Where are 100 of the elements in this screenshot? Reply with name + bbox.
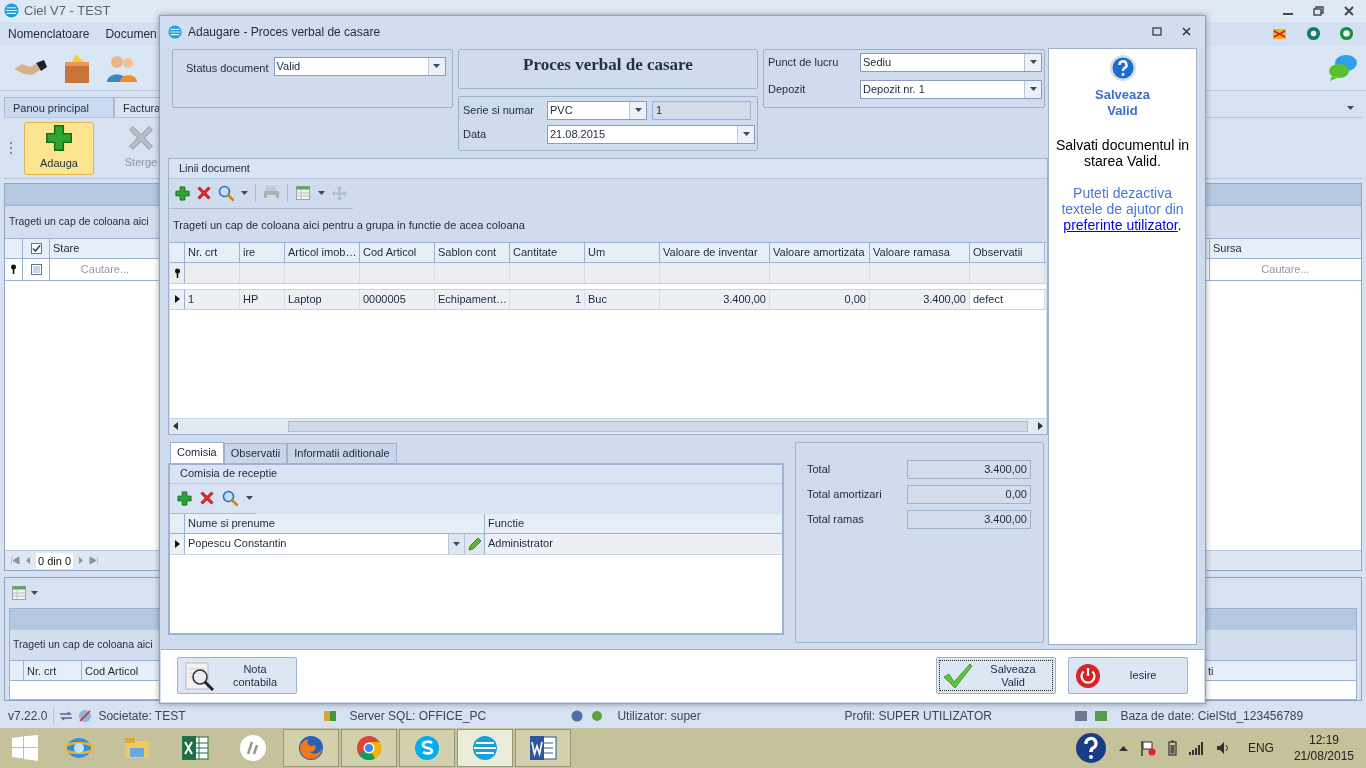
- first-page-icon[interactable]: [11, 557, 20, 565]
- people-icon[interactable]: [106, 54, 138, 83]
- flag-icon[interactable]: [1139, 740, 1156, 757]
- chat-icon[interactable]: [1328, 54, 1358, 83]
- globe-logo-icon: [471, 734, 499, 763]
- column-header[interactable]: Um: [585, 242, 660, 262]
- caret-icon: [1029, 87, 1037, 91]
- box-icon[interactable]: [62, 52, 92, 85]
- date-picker[interactable]: 21.08.2015: [547, 124, 755, 144]
- status-dropdown[interactable]: Valid: [273, 56, 446, 76]
- speaker-icon[interactable]: [1215, 741, 1230, 756]
- plus-icon: [45, 124, 73, 153]
- tab[interactable]: Comisia: [170, 441, 224, 463]
- caret-icon[interactable]: [318, 191, 325, 195]
- filter-field[interactable]: Cautare...: [1210, 258, 1361, 280]
- column-header[interactable]: Cod Articol: [360, 242, 435, 262]
- status-text: Societate: TEST: [98, 708, 187, 726]
- preferences-link[interactable]: preferinte utilizator: [1063, 216, 1178, 233]
- checkbox[interactable]: [30, 263, 42, 275]
- table-cell: 1: [185, 289, 240, 309]
- scroll-left-icon[interactable]: [173, 422, 178, 430]
- ribbon-tab[interactable]: Panou principal: [4, 97, 114, 118]
- search-icon[interactable]: [222, 490, 238, 506]
- column-header[interactable]: Sursa: [1209, 238, 1361, 258]
- table-cell: defect: [970, 289, 1045, 309]
- document-app-icon: [529, 734, 557, 763]
- column-header[interactable]: Cantitate: [510, 242, 585, 262]
- column-header[interactable]: Observatii: [970, 242, 1045, 262]
- group-hint: Trageti un cap de coloana aici pentru a grupa in functie de acea coloana: [173, 217, 525, 233]
- taskbar-button[interactable]: [457, 729, 513, 768]
- ledger-button[interactable]: Nota contabila: [177, 657, 297, 695]
- close-icon[interactable]: [1182, 27, 1191, 37]
- signal-icon[interactable]: [1188, 741, 1204, 755]
- column-header[interactable]: Functie: [485, 513, 782, 533]
- plus-icon[interactable]: [175, 185, 190, 201]
- caret-icon[interactable]: [31, 591, 38, 596]
- spreadsheet-icon[interactable]: [295, 185, 311, 201]
- save-button[interactable]: Salveaza Valid: [936, 657, 1056, 695]
- column-header[interactable]: Articol imob…: [285, 242, 360, 262]
- sync-icon: [60, 711, 73, 722]
- delete-icon[interactable]: [200, 491, 214, 505]
- section-title: Comisia de receptie: [180, 466, 278, 482]
- name-dropdown[interactable]: Popescu Constantin: [185, 533, 485, 554]
- show-hidden-icon[interactable]: [1118, 745, 1128, 752]
- search-icon[interactable]: [218, 185, 234, 201]
- ribbon-button[interactable]: Adauga: [24, 121, 94, 175]
- table-cell: Laptop: [285, 289, 360, 309]
- taskbar-button[interactable]: [399, 729, 455, 768]
- series-dropdown[interactable]: PVC: [547, 100, 647, 120]
- document-heading: Proces verbal de casare: [523, 53, 693, 76]
- number-field[interactable]: 1: [652, 100, 751, 120]
- version-label: v7.22.0: [8, 707, 55, 726]
- tab[interactable]: Informatii aditionale: [287, 442, 397, 463]
- work-point-dropdown[interactable]: Sediu: [860, 52, 1042, 72]
- column-header[interactable]: Nr. crt: [24, 661, 82, 681]
- plus-icon[interactable]: [177, 490, 192, 506]
- language-indicator[interactable]: ENG: [1247, 739, 1274, 758]
- taskbar-button[interactable]: [283, 729, 339, 768]
- group-hint: Trageti un cap de coloana aici: [9, 214, 149, 229]
- windows-start-icon[interactable]: [12, 735, 38, 762]
- document-search-icon: [184, 659, 216, 692]
- database-icon: [1094, 709, 1109, 724]
- restore-icon[interactable]: [1152, 27, 1162, 37]
- checkbox[interactable]: [30, 242, 42, 254]
- next-page-icon[interactable]: [79, 557, 84, 565]
- browser-icon: [355, 734, 383, 763]
- column-header[interactable]: Nume si prenume: [185, 513, 485, 533]
- column-header[interactable]: Valoare ramasa: [870, 242, 970, 262]
- column-header[interactable]: Nr. crt: [185, 242, 240, 262]
- caret-icon[interactable]: [246, 496, 253, 500]
- column-header[interactable]: Valoare amortizata: [770, 242, 870, 262]
- tab[interactable]: Observatii: [223, 442, 288, 463]
- caret-icon[interactable]: [1347, 106, 1354, 111]
- flag-icon[interactable]: [1272, 26, 1288, 41]
- field-label: Total amortizari: [807, 486, 883, 502]
- column-header[interactable]: ire: [240, 242, 285, 262]
- column-header[interactable]: Sablon cont: [435, 242, 510, 262]
- table-cell: 3.400,00: [660, 289, 770, 309]
- battery-icon[interactable]: [1167, 740, 1177, 757]
- clock[interactable]: 12:19 21/08/2015: [1293, 732, 1354, 765]
- globe-logo-icon: [4, 3, 19, 19]
- caret-icon[interactable]: [241, 191, 248, 195]
- taskbar-button[interactable]: [515, 729, 571, 768]
- warehouse-dropdown[interactable]: Depozit nr. 1: [860, 79, 1042, 99]
- table-cell: HP: [240, 289, 285, 309]
- table-row[interactable]: Popescu Constantin Administrator: [170, 533, 782, 555]
- help-title: Salveaza Valid: [1094, 86, 1151, 119]
- previous-page-icon[interactable]: [26, 557, 30, 565]
- restore-icon[interactable]: [1313, 5, 1324, 16]
- delete-icon[interactable]: [197, 186, 211, 200]
- close-icon[interactable]: [1344, 5, 1354, 16]
- menu-item[interactable]: Nomenclatoare: [0, 24, 98, 43]
- table-row[interactable]: 1 HP Laptop 0000005 Echipament… 1 Buc 3.400,00 0,00 3.400,00 defect: [170, 288, 1046, 310]
- exit-button[interactable]: Iesire: [1068, 657, 1188, 695]
- last-page-icon[interactable]: [89, 557, 99, 565]
- pager-label: 0 din 0: [36, 552, 74, 569]
- filter-field[interactable]: Cautare...: [50, 258, 160, 280]
- scroll-right-icon[interactable]: [1038, 422, 1043, 430]
- scrollbar-thumb[interactable]: [288, 420, 1028, 432]
- column-header[interactable]: Valoare de inventar: [660, 242, 770, 262]
